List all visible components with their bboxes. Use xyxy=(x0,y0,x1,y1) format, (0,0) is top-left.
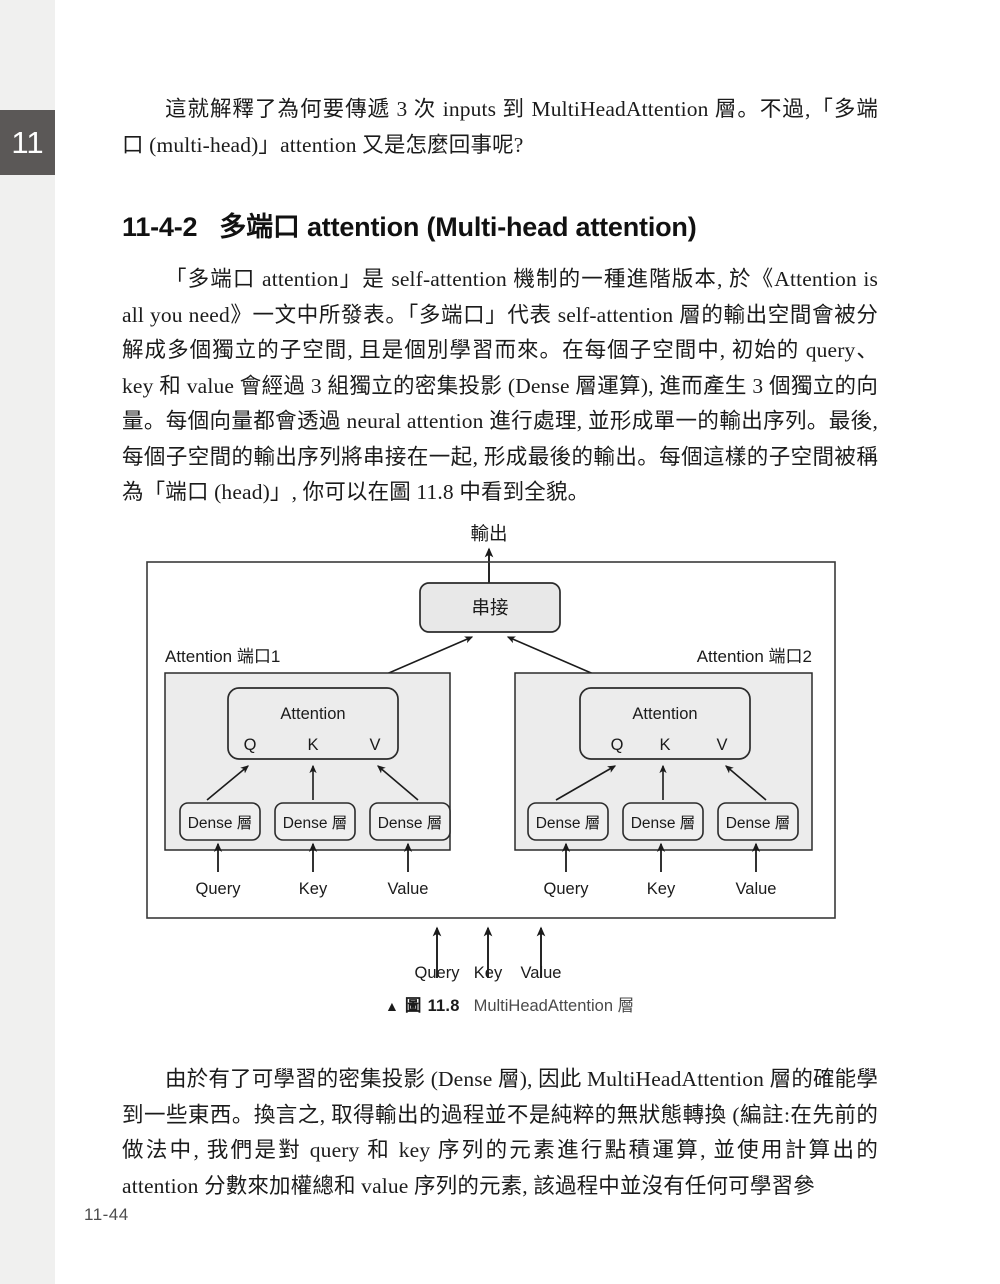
section-title: 多端口 attention (Multi-head attention) xyxy=(219,212,697,242)
head1-port-v: V xyxy=(369,736,380,754)
paragraph-top: 這就解釋了為何要傳遞 3 次 inputs 到 MultiHeadAttenti… xyxy=(122,97,878,157)
layer-input-query-label: Query xyxy=(415,964,461,982)
head1-input-query-label: Query xyxy=(196,880,242,898)
head1-dense-k-label: Dense 層 xyxy=(283,815,348,832)
head2-port-v: V xyxy=(716,736,727,754)
caption-figure-number: 11.8 xyxy=(427,997,460,1015)
head1-dense-q-label: Dense 層 xyxy=(188,815,253,832)
head2-port-k: K xyxy=(659,736,670,754)
section-heading-container: 11-4-2 多端口 attention (Multi-head attenti… xyxy=(122,205,878,244)
caption-text: MultiHeadAttention 層 xyxy=(473,997,635,1015)
chapter-number: 11 xyxy=(11,124,44,160)
head1-dense-v-label: Dense 層 xyxy=(378,815,443,832)
arrow-head1-densev-to-v xyxy=(377,765,419,801)
section-heading: 11-4-2 多端口 attention (Multi-head attenti… xyxy=(122,205,878,244)
figure-caption: ▲ 圖 11.8 MultiHeadAttention 層 xyxy=(385,992,634,1016)
arrow-head2-to-concat xyxy=(506,636,643,696)
layer-input-key-label: Key xyxy=(474,964,503,982)
head2-port-q: Q xyxy=(611,736,624,754)
head1-title: Attention 端口1 xyxy=(165,647,280,666)
layer-input-value-label: Value xyxy=(521,964,562,982)
head1-box xyxy=(164,672,451,851)
chapter-number-tab: 11 xyxy=(0,110,55,175)
head2-box xyxy=(514,672,813,851)
head2-dense-k xyxy=(622,802,704,841)
head2-dense-v xyxy=(717,802,799,841)
arrow-head2-denseq-to-q xyxy=(555,765,617,801)
paragraph-intro: 「多端口 attention」是 self-attention 機制的一種進階版… xyxy=(122,267,878,504)
left-margin-strip xyxy=(0,0,55,1284)
head2-input-value-label: Value xyxy=(736,880,777,898)
head2-dense-v-label: Dense 層 xyxy=(726,815,791,832)
paragraph-bottom: 由於有了可學習的密集投影 (Dense 層), 因此 MultiHeadAtte… xyxy=(122,1067,878,1198)
caption-figure-icon: 圖 xyxy=(404,997,422,1015)
paragraph-intro-container: 「多端口 attention」是 self-attention 機制的一種進階版… xyxy=(122,262,878,511)
head2-input-query-label: Query xyxy=(544,880,590,898)
head2-attention-label: Attention xyxy=(632,705,697,723)
head1-port-q: Q xyxy=(244,736,257,754)
head2-dense-k-label: Dense 層 xyxy=(631,815,696,832)
paragraph-top-container: 這就解釋了為何要傳遞 3 次 inputs 到 MultiHeadAttenti… xyxy=(122,92,878,163)
head1-attention-box xyxy=(227,687,399,760)
arrow-head1-denseq-to-q xyxy=(206,765,249,801)
head2-title: Attention 端口2 xyxy=(697,647,812,666)
head2-input-key-label: Key xyxy=(647,880,676,898)
head1-attention-label: Attention xyxy=(280,705,345,723)
head1-port-k: K xyxy=(307,736,318,754)
head1-dense-k xyxy=(274,802,356,841)
figure-output-label: 輸出 xyxy=(470,523,507,544)
head1-input-value-label: Value xyxy=(388,880,429,898)
head1-dense-v xyxy=(369,802,451,841)
head2-dense-q-label: Dense 層 xyxy=(536,815,601,832)
head1-input-key-label: Key xyxy=(299,880,328,898)
head1-dense-q xyxy=(179,802,261,841)
concat-box xyxy=(419,582,561,633)
page-number: 11-44 xyxy=(84,1205,129,1224)
concat-label: 串接 xyxy=(471,597,508,618)
paragraph-bottom-container: 由於有了可學習的密集投影 (Dense 層), 因此 MultiHeadAtte… xyxy=(122,1062,878,1204)
head2-dense-q xyxy=(527,802,609,841)
arrow-head2-densev-to-v xyxy=(725,765,767,801)
multihead-layer-frame xyxy=(146,561,836,919)
head2-attention-box xyxy=(579,687,751,760)
caption-triangle-icon: ▲ xyxy=(385,998,399,1014)
arrow-head1-to-concat xyxy=(337,636,474,696)
section-number: 11-4-2 xyxy=(122,212,198,242)
